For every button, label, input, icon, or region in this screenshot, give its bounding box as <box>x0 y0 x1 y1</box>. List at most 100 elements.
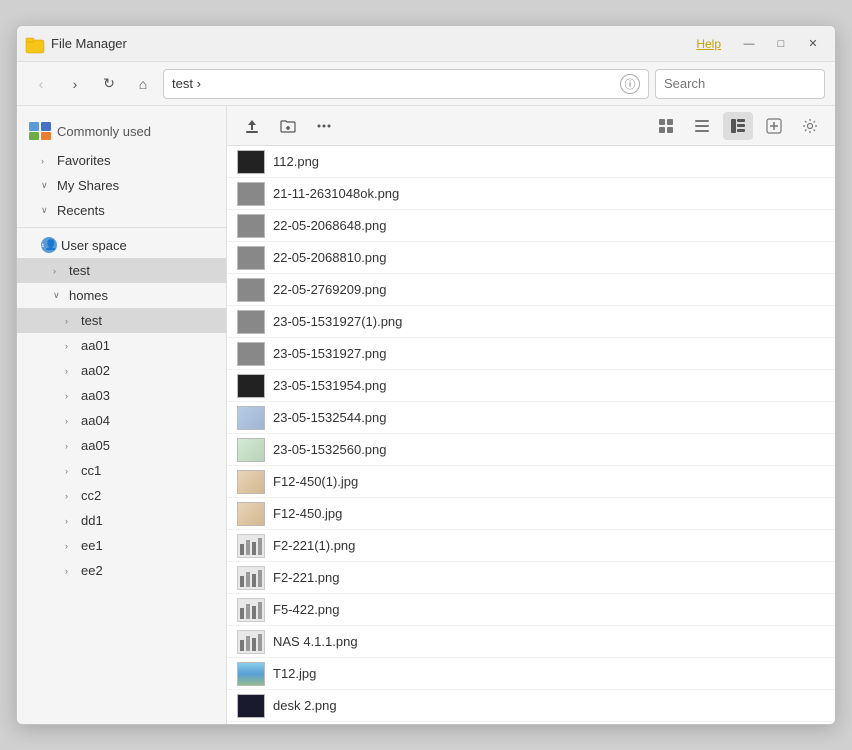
table-row[interactable]: 23-05-1531927.png <box>227 338 835 370</box>
aa03-chevron: › <box>65 391 77 401</box>
search-input[interactable] <box>664 76 836 91</box>
help-link[interactable]: Help <box>696 37 721 51</box>
sidebar-item-recents[interactable]: ∨ Recents <box>17 198 226 223</box>
close-button[interactable]: ✕ <box>799 33 827 55</box>
file-thumbnail <box>237 598 265 622</box>
window-title: File Manager <box>51 36 696 51</box>
aa01-chevron: › <box>65 341 77 351</box>
detail-view-button[interactable] <box>723 112 753 140</box>
window-controls: Help — □ ✕ <box>696 33 827 55</box>
address-info-button[interactable]: ⓘ <box>620 74 640 94</box>
file-name: F12-450.jpg <box>273 506 825 521</box>
aa03-label: aa03 <box>81 388 110 403</box>
sidebar-item-dd1[interactable]: › dd1 <box>17 508 226 533</box>
table-row[interactable]: 23-05-1532544.png <box>227 402 835 434</box>
commonly-used-section: Commonly used <box>17 114 226 148</box>
table-row[interactable]: F2-221.png <box>227 562 835 594</box>
file-name: 23-05-1531927.png <box>273 346 825 361</box>
sidebar-item-aa05[interactable]: › aa05 <box>17 433 226 458</box>
file-name: 23-05-1532544.png <box>273 410 825 425</box>
sidebar-item-test-top[interactable]: › test <box>17 258 226 283</box>
my-shares-label: My Shares <box>57 178 119 193</box>
minimize-button[interactable]: — <box>735 33 763 55</box>
table-row[interactable]: F2-221(1).png <box>227 530 835 562</box>
sidebar-item-aa02[interactable]: › aa02 <box>17 358 226 383</box>
file-name: 23-05-1531927(1).png <box>273 314 825 329</box>
home-button[interactable]: ⌂ <box>129 70 157 98</box>
cc1-chevron: › <box>65 466 77 476</box>
back-button[interactable]: ‹ <box>27 70 55 98</box>
table-row[interactable]: 22-05-2068648.png <box>227 210 835 242</box>
search-bar[interactable]: 🔍 <box>655 69 825 99</box>
sidebar: Commonly used › Favorites ∨ My Shares ∨ … <box>17 106 227 724</box>
address-text: test › <box>172 76 616 91</box>
user-space-icon <box>41 237 57 253</box>
aa05-label: aa05 <box>81 438 110 453</box>
table-row[interactable]: 22-05-2769209.png <box>227 274 835 306</box>
table-row[interactable]: F12-450.jpg <box>227 498 835 530</box>
address-bar[interactable]: test › ⓘ <box>163 69 649 99</box>
cc1-label: cc1 <box>81 463 101 478</box>
maximize-button[interactable]: □ <box>767 33 795 55</box>
table-row[interactable]: F5-422.png <box>227 594 835 626</box>
file-thumbnail <box>237 662 265 686</box>
sidebar-item-homes[interactable]: ∨ homes <box>17 283 226 308</box>
commonly-used-label: Commonly used <box>57 124 151 139</box>
sidebar-item-cc2[interactable]: › cc2 <box>17 483 226 508</box>
file-name: F2-221(1).png <box>273 538 825 553</box>
commonly-used-icon <box>29 122 51 140</box>
refresh-button[interactable]: ↻ <box>95 70 123 98</box>
ee2-label: ee2 <box>81 563 103 578</box>
new-folder-button[interactable] <box>273 112 303 140</box>
more-actions-button[interactable] <box>309 112 339 140</box>
sidebar-user-space[interactable]: User space <box>17 232 226 258</box>
sidebar-item-cc1[interactable]: › cc1 <box>17 458 226 483</box>
file-thumbnail <box>237 214 265 238</box>
table-row[interactable]: desk 2.png <box>227 690 835 722</box>
dd1-label: dd1 <box>81 513 103 528</box>
sidebar-item-ee1[interactable]: › ee1 <box>17 533 226 558</box>
test-top-chevron: › <box>53 266 65 276</box>
sidebar-item-aa01[interactable]: › aa01 <box>17 333 226 358</box>
table-row[interactable]: T12.jpg <box>227 658 835 690</box>
aa04-label: aa04 <box>81 413 110 428</box>
sidebar-item-my-shares[interactable]: ∨ My Shares <box>17 173 226 198</box>
ee2-chevron: › <box>65 566 77 576</box>
forward-button[interactable]: › <box>61 70 89 98</box>
add-view-button[interactable] <box>759 112 789 140</box>
file-name: F2-221.png <box>273 570 825 585</box>
file-name: NAS 4.1.1.png <box>273 634 825 649</box>
list-view-button[interactable] <box>687 112 717 140</box>
table-row[interactable]: 21-11-2631048ok.png <box>227 178 835 210</box>
app-icon <box>25 34 45 54</box>
settings-view-button[interactable] <box>795 112 825 140</box>
table-row[interactable]: F12-450(1).jpg <box>227 466 835 498</box>
table-row[interactable]: 22-05-2068810.png <box>227 242 835 274</box>
file-thumbnail <box>237 182 265 206</box>
file-name: 21-11-2631048ok.png <box>273 186 825 201</box>
homes-chevron: ∨ <box>53 290 65 301</box>
main-panel: 112.png 21-11-2631048ok.png 22-05-206864… <box>227 106 835 724</box>
table-row[interactable]: 112.png <box>227 146 835 178</box>
sidebar-item-favorites[interactable]: › Favorites <box>17 148 226 173</box>
sidebar-item-ee2[interactable]: › ee2 <box>17 558 226 583</box>
cc2-label: cc2 <box>81 488 101 503</box>
sidebar-item-aa03[interactable]: › aa03 <box>17 383 226 408</box>
favorites-label: Favorites <box>57 153 110 168</box>
sidebar-item-aa04[interactable]: › aa04 <box>17 408 226 433</box>
view-toolbar <box>227 106 835 146</box>
file-name: 112.png <box>273 154 825 169</box>
table-row[interactable]: 23-05-1531927(1).png <box>227 306 835 338</box>
file-thumbnail <box>237 310 265 334</box>
sidebar-item-test-sub[interactable]: › test <box>17 308 226 333</box>
table-row[interactable]: NAS 4.1.1.png <box>227 626 835 658</box>
table-row[interactable]: 23-05-1532560.png <box>227 434 835 466</box>
table-row[interactable]: 23-05-1531954.png <box>227 370 835 402</box>
file-name: desk 2.png <box>273 698 825 713</box>
ee1-label: ee1 <box>81 538 103 553</box>
file-rows-container: 112.png 21-11-2631048ok.png 22-05-206864… <box>227 146 835 722</box>
grid-view-button[interactable] <box>651 112 681 140</box>
test-sub-chevron: › <box>65 316 77 326</box>
titlebar: File Manager Help — □ ✕ <box>17 26 835 62</box>
upload-button[interactable] <box>237 112 267 140</box>
